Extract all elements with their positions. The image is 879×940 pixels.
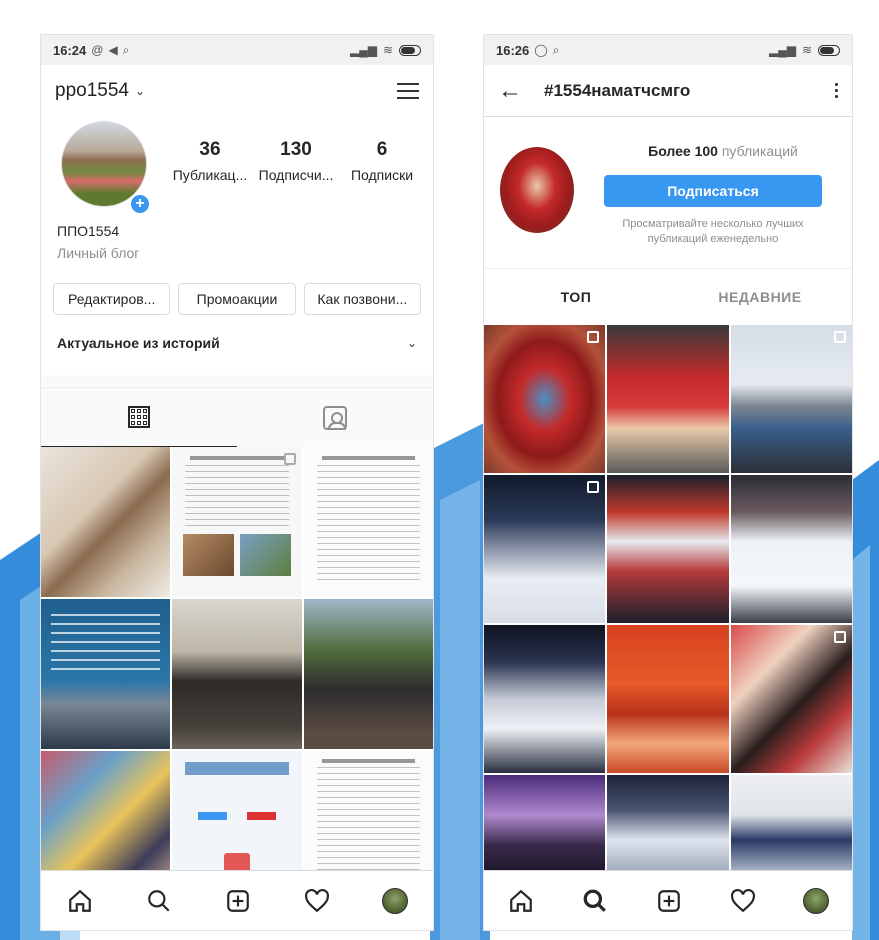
tab-tagged[interactable] xyxy=(237,388,433,447)
post-thumbnail[interactable] xyxy=(730,325,852,473)
hashtag-title: #1554наматчсмго xyxy=(544,80,691,100)
promotions-button[interactable]: Промоакции xyxy=(178,283,296,315)
heart-icon[interactable] xyxy=(729,887,757,915)
status-bar: 16:26 ◯ ⌕ ▂▄▆ ≋ xyxy=(484,35,852,65)
tab-top[interactable]: ТОП xyxy=(484,289,668,305)
post-thumbnail[interactable] xyxy=(172,447,302,597)
profile-category: Личный блог xyxy=(57,245,140,261)
tab-recent[interactable]: НЕДАВНИЕ xyxy=(668,289,852,305)
post-thumbnail[interactable] xyxy=(484,775,606,875)
send-icon: ◀ xyxy=(108,43,118,57)
edit-profile-button[interactable]: Редактиров... xyxy=(53,283,171,315)
follow-button[interactable]: Подписаться xyxy=(604,175,822,207)
post-thumbnail[interactable] xyxy=(172,751,302,887)
status-bar: 16:24 @ ◀ ⌕ ▂▄▆ ≋ xyxy=(41,35,433,65)
stat-following[interactable]: 6 Подписки xyxy=(341,139,423,183)
add-story-icon[interactable]: + xyxy=(129,193,151,215)
tagged-icon xyxy=(323,405,347,430)
post-count-label: публикаций xyxy=(717,143,798,159)
profile-buttons: Редактиров... Промоакции Как позвони... xyxy=(53,283,421,315)
heart-icon[interactable] xyxy=(303,887,331,915)
battery-icon xyxy=(818,44,840,56)
chevron-down-icon: ⌄ xyxy=(406,336,417,350)
post-thumbnail[interactable] xyxy=(607,325,729,473)
username-switcher[interactable]: ppo1554 xyxy=(55,80,129,102)
profile-stats: 36 Публикац... 130 Подписчи... 6 Подписк… xyxy=(169,139,423,183)
profile-tabs xyxy=(41,387,433,447)
hashtag-tabs: ТОП НЕДАВНИЕ xyxy=(484,269,852,325)
profile-avatar[interactable] xyxy=(803,887,829,914)
stat-posts[interactable]: 36 Публикац... xyxy=(169,139,251,183)
settings-icon: @ xyxy=(91,43,104,57)
post-thumbnail[interactable] xyxy=(607,475,729,623)
highlights-title: Актуальное из историй xyxy=(57,335,220,351)
post-thumbnail[interactable] xyxy=(303,751,433,887)
post-thumbnail[interactable] xyxy=(607,625,729,773)
stat-label: Подписки xyxy=(350,167,414,183)
profile-header: ppo1554 ⌄ xyxy=(41,65,433,117)
search-icon[interactable] xyxy=(145,887,173,915)
stat-number: 36 xyxy=(199,139,221,160)
post-thumbnail[interactable] xyxy=(730,775,852,875)
search-icon: ⌕ xyxy=(122,42,130,57)
menu-icon[interactable] xyxy=(397,83,419,99)
post-thumbnail[interactable] xyxy=(41,447,171,597)
search-icon: ⌕ xyxy=(552,42,560,57)
posts-grid xyxy=(41,447,433,887)
signal-icon: ▂▄▆ xyxy=(768,43,796,57)
stat-number: 130 xyxy=(280,139,312,160)
post-thumbnail[interactable] xyxy=(303,599,433,749)
post-thumbnail[interactable] xyxy=(607,775,729,875)
stat-label: Публикац... xyxy=(172,167,248,183)
add-icon[interactable] xyxy=(655,887,683,915)
back-arrow-icon[interactable]: ← xyxy=(498,77,524,105)
post-thumbnail[interactable] xyxy=(484,625,606,773)
stat-number: 6 xyxy=(376,139,388,160)
stat-label: Подписчи... xyxy=(258,167,334,183)
grid-icon xyxy=(128,406,150,428)
profile-avatar[interactable] xyxy=(381,887,408,914)
post-thumbnail[interactable] xyxy=(172,599,302,749)
wifi-icon: ≋ xyxy=(801,43,812,57)
chevron-down-icon[interactable]: ⌄ xyxy=(135,84,145,98)
hashtag-avatar xyxy=(500,147,574,233)
profile-name: ППО1554 xyxy=(57,223,120,239)
search-icon[interactable] xyxy=(581,887,609,915)
post-thumbnail[interactable] xyxy=(484,325,606,473)
post-count: Более 100 публикаций xyxy=(604,143,842,159)
phone-profile-screen: 16:24 @ ◀ ⌕ ▂▄▆ ≋ ppo1554 ⌄ + 36 Публика… xyxy=(41,35,433,930)
stat-followers[interactable]: 130 Подписчи... xyxy=(255,139,337,183)
post-thumbnail[interactable] xyxy=(730,625,852,773)
add-icon[interactable] xyxy=(224,887,252,915)
hashtag-header: ← #1554наматчсмго xyxy=(484,65,852,117)
signal-icon: ▂▄▆ xyxy=(349,43,377,57)
wifi-icon: ≋ xyxy=(382,43,393,57)
story-highlights-toggle[interactable]: Актуальное из историй ⌄ xyxy=(57,335,417,351)
bottom-navigation xyxy=(41,870,433,930)
phone-hashtag-screen: 16:26 ◯ ⌕ ▂▄▆ ≋ ← #1554наматчсмго Более … xyxy=(484,35,852,930)
post-thumbnail[interactable] xyxy=(484,475,606,623)
whatsapp-icon: ◯ xyxy=(534,43,548,57)
tab-grid[interactable] xyxy=(41,388,237,447)
hashtag-info: Более 100 публикаций Подписаться Просмат… xyxy=(484,117,852,269)
battery-icon xyxy=(399,44,421,56)
bottom-navigation xyxy=(484,870,852,930)
post-thumbnail[interactable] xyxy=(41,599,171,749)
post-thumbnail[interactable] xyxy=(303,447,433,597)
post-count-number: Более 100 xyxy=(648,143,718,159)
more-options-icon[interactable] xyxy=(835,83,838,98)
post-thumbnail[interactable] xyxy=(730,475,852,623)
hashtag-posts-grid xyxy=(484,325,852,875)
post-thumbnail[interactable] xyxy=(41,751,171,887)
hashtag-description: Просматривайте несколько лучших публикац… xyxy=(622,218,804,245)
contact-button[interactable]: Как позвони... xyxy=(303,283,421,315)
profile-info: + 36 Публикац... 130 Подписчи... 6 Подпи… xyxy=(41,117,433,375)
status-time: 16:26 xyxy=(496,42,530,58)
home-icon[interactable] xyxy=(66,887,94,915)
status-time: 16:24 xyxy=(53,42,87,58)
home-icon[interactable] xyxy=(507,887,535,915)
